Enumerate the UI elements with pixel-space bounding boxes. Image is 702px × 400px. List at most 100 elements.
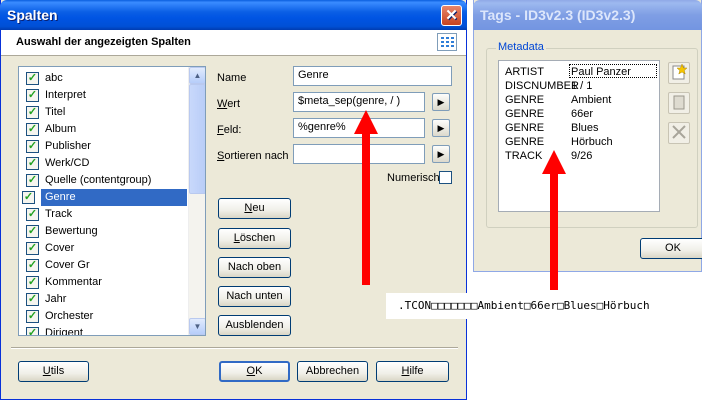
metadata-row[interactable]: TRACK 9/26 (505, 149, 655, 163)
column-label: Kommentar (45, 276, 102, 288)
column-list-item[interactable]: ✓ Bewertung (23, 223, 187, 240)
checkbox[interactable]: ✓ (26, 174, 39, 187)
name-label: Name (217, 72, 247, 84)
dialog-header: Auswahl der angezeigten Spalten (1, 30, 466, 56)
checkbox[interactable]: ✓ (26, 157, 39, 170)
metadata-group-label: Metadata (496, 41, 546, 53)
neu-button[interactable]: Neu (218, 198, 291, 219)
close-icon: ✕ (445, 7, 458, 24)
column-list-item[interactable]: ✓ Cover (23, 240, 187, 257)
checkbox[interactable]: ✓ (26, 327, 39, 335)
column-label: Orchester (45, 310, 94, 322)
ausblenden-button[interactable]: Ausblenden (218, 315, 291, 336)
utils-button[interactable]: Utils (18, 361, 89, 382)
column-label: Dirigent (45, 327, 83, 336)
list-scrollbar[interactable]: ▲ ▼ (188, 67, 205, 335)
grid-icon[interactable] (437, 33, 457, 51)
column-list-item[interactable]: ✓ Quelle (contentgroup) (23, 172, 187, 189)
tags-ok-button[interactable]: OK (640, 238, 702, 259)
column-label: Genre (45, 191, 76, 203)
spalten-dialog: Spalten ✕ Auswahl der angezeigten Spalte… (0, 0, 467, 400)
numerisch-checkbox[interactable] (439, 171, 452, 184)
metadata-list[interactable]: ARTIST Paul Panzer DISCNUMBER 1 / 1 GENRE Amb… (498, 60, 660, 212)
checkbox[interactable]: ✓ (26, 276, 39, 289)
metadata-row[interactable]: GENRE Ambient (505, 93, 655, 107)
column-label: abc (45, 72, 63, 84)
wert-label: Wert (217, 98, 241, 110)
checkbox[interactable]: ✓ (26, 208, 39, 221)
raw-bytes-strip: .TCON□□□□□□□Ambient□66er□Blues□Hörbuch (386, 293, 702, 319)
checkbox[interactable]: ✓ (22, 191, 35, 204)
column-label: Interpret (45, 89, 86, 101)
column-list-item[interactable]: ✓ Titel (23, 104, 187, 121)
ok-button[interactable]: OK (219, 361, 290, 382)
sort-field[interactable] (293, 144, 425, 164)
delete-tag-button[interactable] (668, 122, 690, 144)
hilfe-button[interactable]: Hilfe (376, 361, 449, 382)
metadata-row[interactable]: GENRE Blues (505, 121, 655, 135)
feld-arrow-button[interactable]: ▶ (432, 119, 450, 137)
dialog-header-text: Auswahl der angezeigten Spalten (16, 36, 191, 48)
column-list-item[interactable]: ✓ Album (23, 121, 187, 138)
name-field[interactable]: Genre (293, 66, 452, 86)
checkbox[interactable]: ✓ (26, 242, 39, 255)
column-list-item[interactable]: ✓ Dirigent (23, 325, 187, 336)
wert-field[interactable]: $meta_sep(genre, / ) (293, 92, 425, 112)
checkbox[interactable]: ✓ (26, 259, 39, 272)
metadata-key: GENRE (505, 94, 545, 106)
column-label: Werk/CD (45, 157, 90, 169)
delete-icon (670, 125, 688, 144)
column-list-item[interactable]: ✓ Publisher (23, 138, 187, 155)
document-icon (670, 95, 688, 114)
abbrechen-button[interactable]: Abbrechen (297, 361, 368, 382)
column-label: Quelle (contentgroup) (45, 174, 152, 186)
tags-title: Tags - ID3v2.3 (ID3v2.3) (480, 7, 636, 23)
checkbox[interactable]: ✓ (26, 225, 39, 238)
spalten-title: Spalten (7, 7, 58, 23)
column-list-item[interactable]: ✓ Jahr (23, 291, 187, 308)
copy-tag-button[interactable] (668, 92, 690, 114)
metadata-row[interactable]: DISCNUMBER 1 / 1 (505, 79, 655, 93)
wert-arrow-button[interactable]: ▶ (432, 93, 450, 111)
column-list-item[interactable]: ✓ Track (23, 206, 187, 223)
metadata-key: TRACK (505, 150, 543, 162)
column-list[interactable]: ✓ abc ✓ Interpret ✓ Titel ✓ Album ✓ Publisher ✓ Wer… (18, 66, 206, 336)
scroll-up-button[interactable]: ▲ (189, 67, 205, 84)
checkbox[interactable]: ✓ (26, 123, 39, 136)
metadata-row[interactable]: GENRE 66er (505, 107, 655, 121)
column-list-item[interactable]: ✓ abc (23, 70, 187, 87)
checkbox[interactable]: ✓ (26, 140, 39, 153)
sort-label: Sortieren nach (217, 150, 289, 162)
column-label: Album (45, 123, 77, 135)
column-label: Cover Gr (45, 259, 90, 271)
close-button[interactable]: ✕ (441, 5, 462, 26)
metadata-value: 66er (571, 108, 594, 120)
loeschen-button[interactable]: Löschen (218, 228, 291, 249)
new-tag-button[interactable] (668, 62, 690, 84)
column-list-item[interactable]: ✓ Kommentar (23, 274, 187, 291)
tags-titlebar[interactable]: Tags - ID3v2.3 (ID3v2.3) (473, 0, 702, 30)
scroll-thumb[interactable] (189, 84, 205, 194)
checkbox[interactable]: ✓ (26, 310, 39, 323)
checkbox[interactable]: ✓ (26, 106, 39, 119)
raw-bytes-text: .TCON□□□□□□□Ambient□66er□Blues□Hörbuch (398, 299, 650, 312)
checkbox[interactable]: ✓ (26, 89, 39, 102)
column-label: Publisher (45, 140, 91, 152)
scroll-down-button[interactable]: ▼ (189, 318, 205, 335)
checkbox[interactable]: ✓ (26, 72, 39, 85)
checkbox[interactable]: ✓ (26, 293, 39, 306)
metadata-value: Ambient (571, 94, 612, 106)
spalten-titlebar[interactable]: Spalten ✕ (0, 0, 467, 30)
metadata-row[interactable]: GENRE Hörbuch (505, 135, 655, 149)
column-list-item[interactable]: ✓ Orchester (23, 308, 187, 325)
column-list-item[interactable]: ✓ Interpret (23, 87, 187, 104)
column-list-item[interactable]: ✓ Genre (22, 189, 187, 206)
metadata-value: Hörbuch (571, 136, 613, 148)
column-list-item[interactable]: ✓ Cover Gr (23, 257, 187, 274)
nach-oben-button[interactable]: Nach oben (218, 257, 291, 278)
column-label: Titel (45, 106, 66, 118)
nach-unten-button[interactable]: Nach unten (218, 286, 291, 307)
sort-arrow-button[interactable]: ▶ (432, 145, 450, 163)
column-label: Bewertung (45, 225, 98, 237)
column-list-item[interactable]: ✓ Werk/CD (23, 155, 187, 172)
